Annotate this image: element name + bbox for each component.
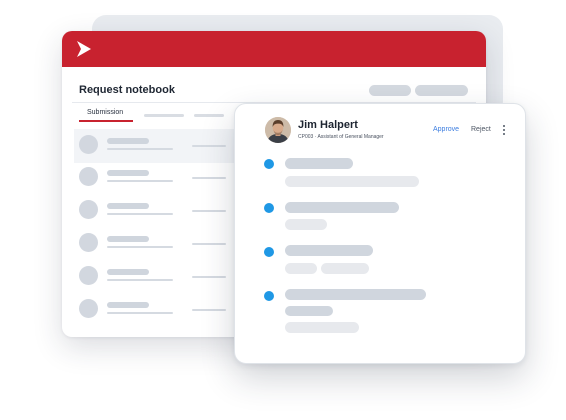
- more-vertical-icon[interactable]: [502, 125, 506, 136]
- text-placeholder: [285, 158, 353, 169]
- text-placeholder: [107, 180, 173, 182]
- text-placeholder: [192, 210, 226, 212]
- text-placeholder: [285, 322, 359, 333]
- text-placeholder: [192, 276, 226, 278]
- text-placeholder: [107, 246, 173, 248]
- avatar-placeholder: [79, 167, 98, 186]
- avatar-placeholder: [79, 299, 98, 318]
- text-placeholder: [107, 213, 173, 215]
- timeline-dot: [264, 247, 274, 257]
- text-placeholder: [107, 302, 149, 308]
- header-action-placeholder[interactable]: [369, 85, 411, 96]
- text-placeholder: [285, 289, 426, 300]
- request-detail-card: Jim Halpert CP003 · Assistant of General…: [234, 103, 526, 364]
- text-placeholder: [107, 236, 149, 242]
- avatar-placeholder: [79, 200, 98, 219]
- text-placeholder: [285, 176, 419, 187]
- header-action-placeholder[interactable]: [415, 85, 468, 96]
- timeline-dot: [264, 203, 274, 213]
- timeline-dot: [264, 291, 274, 301]
- reject-button[interactable]: Reject: [471, 126, 491, 133]
- text-placeholder: [192, 243, 226, 245]
- text-placeholder: [285, 219, 327, 230]
- avatar: [265, 117, 291, 143]
- timeline-dot: [264, 159, 274, 169]
- text-placeholder: [192, 177, 226, 179]
- page-title: Request notebook: [79, 84, 175, 96]
- person-role: CP003 · Assistant of General Manager: [298, 134, 384, 140]
- text-placeholder: [285, 263, 317, 274]
- tab-placeholder[interactable]: [194, 114, 224, 117]
- active-tab-indicator: [79, 120, 133, 122]
- tab-submission[interactable]: Submission: [87, 109, 123, 116]
- text-placeholder: [192, 145, 226, 147]
- avatar-placeholder: [79, 135, 98, 154]
- text-placeholder: [321, 263, 369, 274]
- text-placeholder: [285, 202, 399, 213]
- text-placeholder: [107, 269, 149, 275]
- app-header: [62, 31, 486, 67]
- text-placeholder: [107, 312, 173, 314]
- text-placeholder: [107, 148, 173, 150]
- text-placeholder: [285, 306, 333, 316]
- text-placeholder: [107, 279, 173, 281]
- avatar-placeholder: [79, 233, 98, 252]
- avatar-placeholder: [79, 266, 98, 285]
- logo-chevron-icon[interactable]: [76, 41, 92, 57]
- approve-button[interactable]: Approve: [433, 126, 459, 133]
- text-placeholder: [107, 170, 149, 176]
- text-placeholder: [285, 245, 373, 256]
- text-placeholder: [107, 138, 149, 144]
- text-placeholder: [107, 203, 149, 209]
- tab-placeholder[interactable]: [144, 114, 184, 117]
- person-photo-icon: [265, 117, 291, 143]
- text-placeholder: [192, 309, 226, 311]
- person-name: Jim Halpert: [298, 119, 358, 131]
